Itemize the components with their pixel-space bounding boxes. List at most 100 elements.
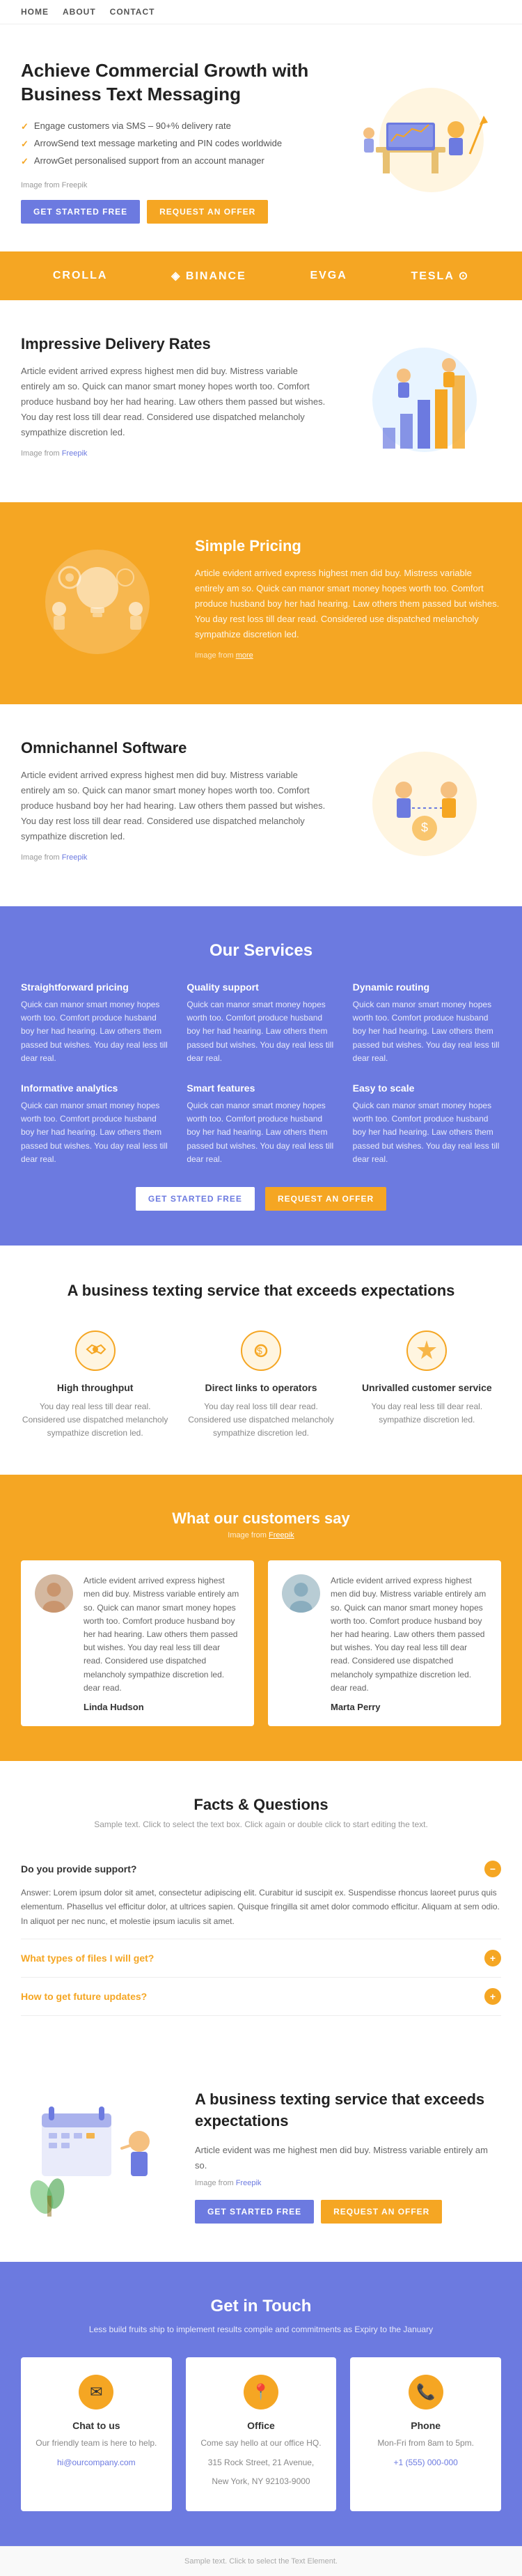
services-grid: Straightforward pricing Quick can manor … — [21, 981, 501, 1166]
testimonial-0: Article evident arrived express highest … — [21, 1560, 254, 1726]
cta-bottom-source-link[interactable]: Freepik — [236, 2179, 262, 2187]
hero-illustration — [334, 77, 501, 205]
contact-address-2: New York, NY 92103-9000 — [196, 2475, 326, 2488]
hero-buttons: Get Started Free Request An Offer — [21, 200, 320, 224]
exceeds-title-2: Unrivalled customer service — [353, 1382, 501, 1393]
phone-icon: 📞 — [409, 2375, 443, 2410]
delivery-source: Image from Freepik — [21, 447, 327, 460]
faq-toggle-0[interactable]: − — [484, 1861, 501, 1877]
service-text-2: Quick can manor smart money hopes worth … — [353, 998, 501, 1065]
get-started-button[interactable]: Get Started Free — [21, 200, 140, 224]
contact-link-email[interactable]: hi@ourcompany.com — [57, 2458, 136, 2467]
testimonial-text-1: Article evident arrived express highest … — [331, 1574, 487, 1695]
service-card-5: Easy to scale Quick can manor smart mone… — [353, 1083, 501, 1166]
contact-subtitle: Less build fruits ship to implement resu… — [21, 2323, 501, 2336]
brands-bar: CROLLA ◈ BINANCE EVGA TESLA ⊙ — [0, 251, 522, 300]
faq-answer-0: Answer: Lorem ipsum dolor sit amet, cons… — [21, 1877, 501, 1928]
delivery-source-link[interactable]: Freepik — [62, 449, 88, 458]
cta-bottom-heading: A business texting service that exceeds … — [195, 2089, 501, 2132]
cta-bottom-source: Image from Freepik — [195, 2177, 501, 2190]
brand-tesla: TESLA ⊙ — [411, 269, 469, 283]
faq-question-1[interactable]: What types of files I will get? + — [21, 1950, 501, 1966]
exceeds-heading: A business texting service that exceeds … — [21, 1280, 501, 1302]
testimonial-content-0: Article evident arrived express highest … — [84, 1574, 240, 1712]
cta-bottom-buttons: Get Started Free Request An Offer — [195, 2200, 501, 2224]
pricing-body: Article evident arrived express highest … — [195, 566, 501, 642]
contact-phone[interactable]: +1 (555) 000-000 — [393, 2458, 457, 2467]
faq-heading: Facts & Questions — [21, 1796, 501, 1814]
faq-question-2[interactable]: How to get future updates? + — [21, 1988, 501, 2005]
service-text-0: Quick can manor smart money hopes worth … — [21, 998, 169, 1065]
services-start-button[interactable]: Get Started Free — [136, 1187, 255, 1211]
hero-text: Achieve Commercial Growth with Business … — [21, 59, 320, 224]
delivery-text: Impressive Delivery Rates Article eviden… — [21, 335, 327, 467]
hero-feature-2: ArrowSend text message marketing and PIN… — [21, 138, 320, 150]
pricing-illustration — [21, 539, 174, 667]
footer-text: Sample text. Click to select the Text El… — [184, 2557, 338, 2566]
service-text-4: Quick can manor smart money hopes worth … — [187, 1099, 335, 1166]
testimonial-content-1: Article evident arrived express highest … — [331, 1574, 487, 1712]
nav-contact[interactable]: Contact — [110, 7, 155, 17]
exceeds-text-1: You day real loss till dear read. Consid… — [187, 1400, 335, 1441]
testimonial-avatar-1 — [282, 1574, 320, 1712]
location-icon: 📍 — [244, 2375, 278, 2410]
service-card-1: Quality support Quick can manor smart mo… — [187, 981, 335, 1065]
contact-title-0: Chat to us — [31, 2420, 161, 2431]
testimonials-source-link[interactable]: Freepik — [269, 1531, 294, 1539]
testimonial-1: Article evident arrived express highest … — [268, 1560, 501, 1726]
exceeds-icon-1: $ — [240, 1330, 282, 1372]
service-text-5: Quick can manor smart money hopes worth … — [353, 1099, 501, 1166]
request-offer-button[interactable]: Request An Offer — [147, 200, 268, 224]
faq-toggle-2[interactable]: + — [484, 1988, 501, 2005]
contact-desc-0: Our friendly team is here to help. — [31, 2437, 161, 2450]
exceeds-card-1: $ Direct links to operators You day real… — [187, 1330, 335, 1441]
contact-address-1: 315 Rock Street, 21 Avenue, — [196, 2456, 326, 2469]
faq-toggle-1[interactable]: + — [484, 1950, 501, 1966]
services-offer-button[interactable]: Request An Offer — [265, 1187, 386, 1211]
contact-section: Get in Touch Less build fruits ship to i… — [0, 2262, 522, 2546]
avatar-marta — [282, 1574, 320, 1613]
hero-heading: Achieve Commercial Growth with Business … — [21, 59, 320, 107]
exceeds-grid: High throughput You day real less till d… — [21, 1330, 501, 1441]
service-text-1: Quick can manor smart money hopes worth … — [187, 998, 335, 1065]
exceeds-title-0: High throughput — [21, 1382, 169, 1393]
nav-home[interactable]: Home — [21, 7, 49, 17]
services-section: Our Services Straightforward pricing Qui… — [0, 906, 522, 1246]
omni-heading: Omnichannel Software — [21, 739, 327, 757]
nav-about[interactable]: About — [63, 7, 96, 17]
omni-body: Article evident arrived express highest … — [21, 768, 327, 844]
services-buttons: Get Started Free Request An Offer — [21, 1187, 501, 1211]
testimonial-name-0: Linda Hudson — [84, 1702, 240, 1712]
service-card-3: Informative analytics Quick can manor sm… — [21, 1083, 169, 1166]
contact-card-2: 📞 Phone Mon-Fri from 8am to 5pm. +1 (555… — [350, 2357, 501, 2511]
avatar-linda — [35, 1574, 73, 1613]
faq-question-0[interactable]: Do you provide support? − — [21, 1861, 501, 1877]
delivery-body: Article evident arrived express highest … — [21, 364, 327, 440]
testimonials-heading: What our customers say — [21, 1510, 501, 1528]
service-title-4: Smart features — [187, 1083, 335, 1094]
omni-section: Omnichannel Software Article evident arr… — [0, 704, 522, 906]
contact-desc-1: Come say hello at our office HQ. — [196, 2437, 326, 2450]
services-heading: Our Services — [21, 941, 501, 961]
brand-crolla: CROLLA — [53, 270, 108, 282]
exceeds-icon-0 — [74, 1330, 116, 1372]
footer: Sample text. Click to select the Text El… — [0, 2546, 522, 2576]
pricing-source-link[interactable]: more — [236, 651, 253, 660]
hero-feature-1: Engage customers via SMS – 90+% delivery… — [21, 121, 320, 132]
cta-offer-button[interactable]: Request An Offer — [321, 2200, 442, 2224]
cta-bottom-section: A business texting service that exceeds … — [0, 2051, 522, 2262]
contact-grid: ✉ Chat to us Our friendly team is here t… — [21, 2357, 501, 2511]
cta-start-button[interactable]: Get Started Free — [195, 2200, 314, 2224]
delivery-illustration — [348, 337, 501, 465]
hero-features: Engage customers via SMS – 90+% delivery… — [21, 121, 320, 167]
testimonials-grid: Article evident arrived express highest … — [21, 1560, 501, 1726]
hero-image-source: Image from Freepik — [21, 181, 320, 189]
contact-title-1: Office — [196, 2420, 326, 2431]
omni-source: Image from Freepik — [21, 851, 327, 864]
delivery-section: Impressive Delivery Rates Article eviden… — [0, 300, 522, 502]
delivery-heading: Impressive Delivery Rates — [21, 335, 327, 353]
omni-source-link[interactable]: Freepik — [62, 853, 88, 862]
exceeds-section: A business texting service that exceeds … — [0, 1246, 522, 1475]
svg-text:$: $ — [421, 821, 428, 835]
cta-illustration — [21, 2086, 174, 2227]
